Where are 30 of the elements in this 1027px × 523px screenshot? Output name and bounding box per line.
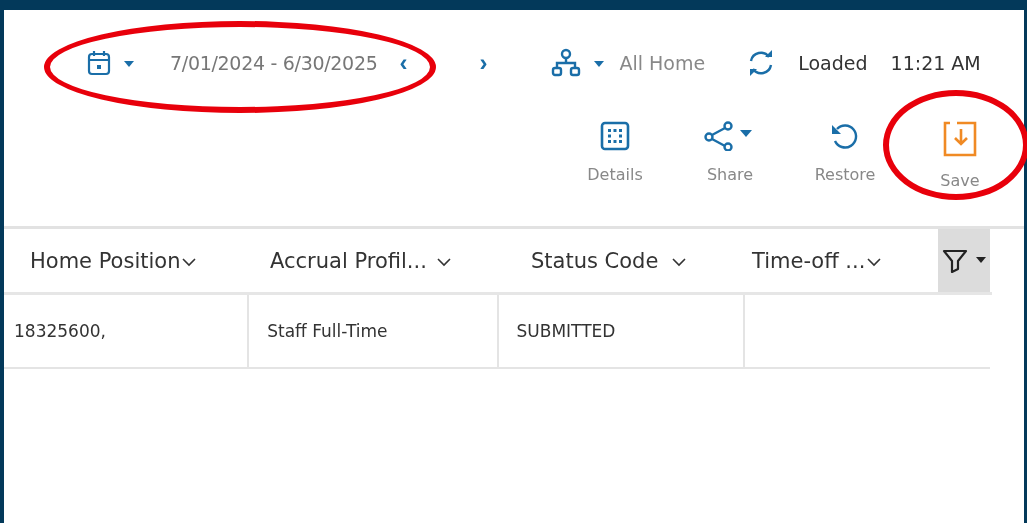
- previous-button[interactable]: ‹: [399, 51, 408, 75]
- table-cell: SUBMITTED: [498, 295, 745, 367]
- restore-button[interactable]: Restore: [795, 116, 895, 184]
- save-icon: [943, 121, 977, 157]
- chevron-down-icon: [867, 258, 882, 267]
- filter-icon: [942, 248, 968, 273]
- column-header[interactable]: Time-off ...: [732, 229, 938, 292]
- column-header[interactable]: Accrual Profil...: [246, 229, 506, 292]
- load-time: 11:21 AM: [890, 52, 981, 74]
- caret-icon[interactable]: [123, 58, 135, 68]
- scope-selector[interactable]: All Home: [619, 52, 706, 74]
- chevron-down-icon: [672, 258, 687, 267]
- next-button[interactable]: ›: [479, 51, 488, 75]
- caret-icon: [976, 257, 986, 264]
- column-header[interactable]: Home Position: [4, 229, 246, 292]
- chevron-down-icon: [436, 258, 451, 267]
- caret-icon[interactable]: [593, 58, 606, 68]
- table-cell: Staff Full-Time: [249, 295, 499, 367]
- details-button[interactable]: Details: [565, 116, 665, 184]
- calendar-icon[interactable]: [87, 50, 111, 76]
- share-button[interactable]: Share: [680, 116, 780, 184]
- hierarchy-icon[interactable]: [551, 48, 582, 78]
- column-header[interactable]: Status Code: [506, 229, 732, 292]
- table-cell: 18325600,: [4, 295, 250, 367]
- chevron-down-icon: [182, 258, 197, 267]
- load-status: Loaded: [798, 52, 868, 74]
- grid-icon: [600, 121, 630, 151]
- save-button[interactable]: Save: [910, 116, 1010, 190]
- date-range[interactable]: 7/01/2024 - 6/30/2025: [170, 52, 378, 74]
- filter-button[interactable]: [938, 229, 990, 292]
